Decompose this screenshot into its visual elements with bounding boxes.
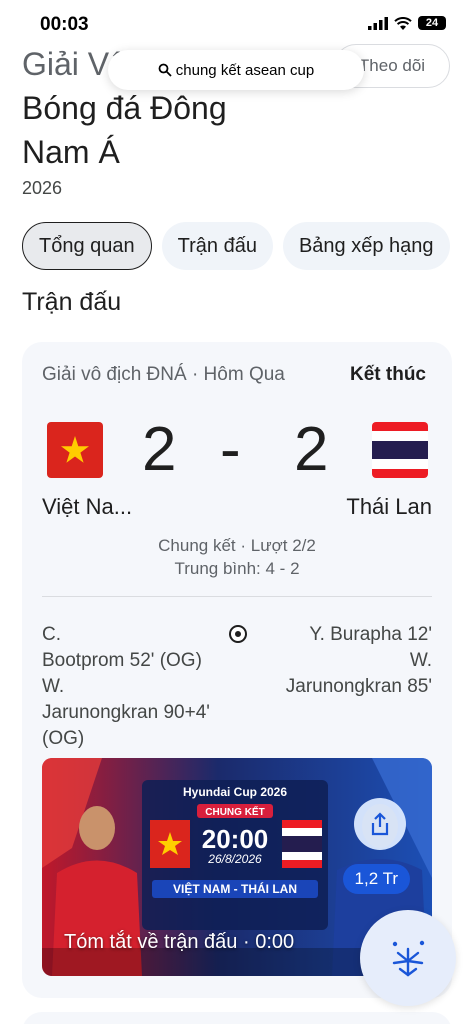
poster-date: 26/8/2026 [207,852,262,866]
share-icon [371,812,389,836]
home-scorers: C. Bootprom 52' (OG) W. Jarunongkran 90+… [42,622,242,752]
views-badge: 1,2 Tr [342,864,410,894]
video-duration: 0:00 [255,931,295,953]
divider [42,596,432,597]
vietnam-flag-icon [47,422,103,478]
season-year: 2026 [22,178,63,198]
video-caption-text: Tóm tắt về trận đấu [64,931,238,953]
celebrate-button[interactable] [360,910,456,1006]
poster-stage: CHUNG KẾT [205,805,264,818]
away-scorer-line: W. [409,650,432,671]
section-title: Trận đấu [22,288,122,316]
page-title-line2: Bóng đá Đông [22,90,227,126]
wifi-icon [394,16,412,30]
match-card[interactable]: Giải vô địch ĐNÁ · Hôm Qua Kết thúc 2 - … [22,342,452,998]
competition-label: Giải vô địch ĐNÁ · Hôm Qua [42,364,285,385]
fireworks-icon [392,940,425,977]
home-scorer-line: Jarunongkran 90+4' (OG) [42,702,210,749]
status-time: 00:03 [40,14,89,35]
tab-matches[interactable]: Trận đấu [161,222,273,270]
match-status: Kết thúc [350,364,426,385]
video-caption: Tóm tắt về trận đấu · 0:00 [64,931,294,954]
away-scorer-line: Jarunongkran 85' [285,676,432,697]
search-icon [158,63,172,77]
match-card-header: Giải vô địch ĐNÁ · Hôm Qua Kết thúc [42,364,426,386]
page-title-line3: Nam Á [22,134,120,170]
round-label: Chung kết · Lượt 2/2 [158,536,316,555]
poster-brand: Hyundai Cup 2026 [183,785,287,799]
search-query: chung kết asean cup [175,61,315,79]
status-icons: 24 [368,16,446,30]
tab-bar: Tổng quan Trận đấu Bảng xếp hạng [22,222,450,270]
search-pill[interactable]: chung kết asean cup [108,50,364,90]
away-scorer-line: Y. Burapha 12' [309,624,432,645]
poster-kickoff: 20:00 [202,824,269,854]
battery-icon: 24 [418,16,446,30]
home-score: 2 [142,415,177,484]
score-separator: - [220,415,241,484]
next-card-edge [22,1012,452,1024]
away-score: 2 [294,415,329,484]
caption-separator: · [242,931,256,953]
poster-matchup: VIỆT NAM - THÁI LAN [173,881,297,896]
share-button[interactable] [354,798,406,850]
tab-overview[interactable]: Tổng quan [22,222,152,270]
away-scorers: Y. Burapha 12' W. Jarunongkran 85' [242,622,432,700]
home-scorer-line: C. [42,624,61,645]
home-scorer-line: W. [42,676,65,697]
home-scorer-line: Bootprom 52' (OG) [42,650,202,671]
aggregate-label: Trung bình: 4 - 2 [174,559,300,578]
status-bar: 00:03 24 [0,0,474,50]
signal-icon [368,16,388,30]
home-team-name[interactable]: Việt Na... [42,494,132,520]
thailand-flag-icon [372,422,428,478]
away-team-name[interactable]: Thái Lan [346,494,432,520]
match-round-info: Chung kết · Lượt 2/2 Trung bình: 4 - 2 [22,534,452,580]
tab-standings[interactable]: Bảng xếp hạng [282,222,450,270]
